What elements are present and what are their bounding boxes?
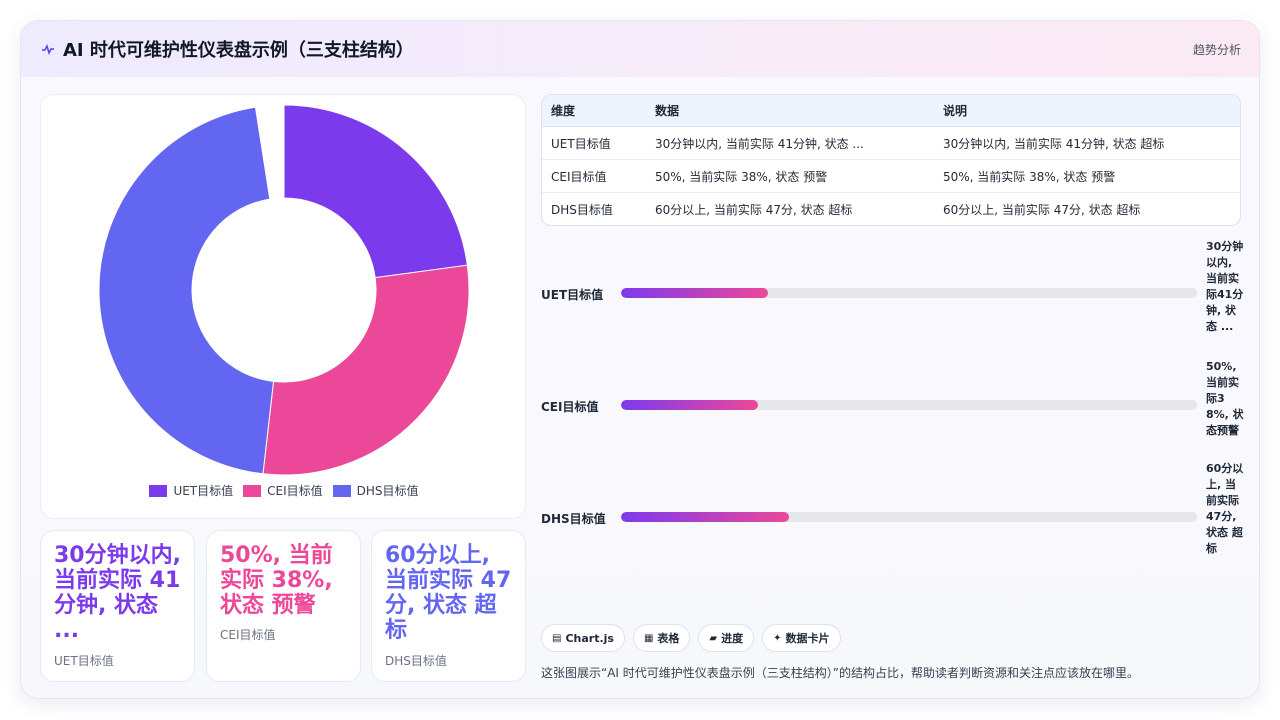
legend-swatch-cei	[243, 484, 262, 497]
progress-track-cei	[621, 400, 1197, 410]
progress-track-dhs	[621, 512, 1197, 522]
legend-label-cei: CEI目标值	[267, 484, 323, 498]
progress-note-cei: 50%, 当前实际38%, 状态预警	[1206, 360, 1244, 437]
doughnut-chart	[98, 104, 470, 476]
chart-icon: ▤	[552, 632, 562, 644]
legend-swatch-dhs	[332, 484, 351, 497]
pulse-icon	[42, 43, 54, 56]
legend-label-uet: UET目标值	[173, 484, 234, 498]
legend-item-uet[interactable]: UET目标值	[149, 482, 233, 499]
stat-label-cei: CEI目标值	[220, 628, 276, 642]
sparkle-icon: ✦	[773, 632, 782, 644]
title-group: AI 时代可维护性仪表盘示例（三支柱结构）	[41, 36, 414, 62]
stat-card-dhs: 60分以上, 当前实际 47分, 状态 超标 DHS目标值	[371, 530, 526, 682]
chart-legend: UET目标值 CEI目标值 DHS目标值	[41, 482, 527, 499]
page-title: AI 时代可维护性仪表盘示例（三支柱结构）	[63, 40, 414, 61]
header-bar: AI 时代可维护性仪表盘示例（三支柱结构） 趋势分析	[21, 21, 1259, 77]
stat-value-uet: 30分钟以内, 当前实际 41分钟, 状态 ...	[54, 543, 181, 643]
progress-row-dhs: DHS目标值 60分以上, 当前实际 47分, 状态 超标	[541, 461, 1253, 581]
progress-row-cei: CEI目标值 50%, 当前实际38%, 状态预警	[541, 359, 1253, 459]
stat-label-dhs: DHS目标值	[385, 654, 447, 668]
table-row: UET目标值 30分钟以内, 当前实际 41分钟, 状态 ... 30分钟以内,…	[542, 127, 1240, 160]
table-cell: UET目标值	[551, 136, 611, 151]
progress-row-uet: UET目标值 30分钟以内, 当前实际41分钟, 状态 ...	[541, 239, 1253, 359]
chip-label: 进度	[721, 632, 744, 645]
table-header-dimension: 维度	[551, 104, 576, 118]
table-cell: 50%, 当前实际 38%, 状态 预警	[943, 169, 1116, 184]
legend-swatch-uet	[149, 484, 168, 497]
table-header-description: 说明	[943, 104, 968, 118]
table-cell: 60分以上, 当前实际 47分, 状态 超标	[943, 203, 1141, 217]
stat-value-dhs: 60分以上, 当前实际 47分, 状态 超标	[385, 543, 512, 643]
stat-card-uet: 30分钟以内, 当前实际 41分钟, 状态 ... UET目标值	[40, 530, 195, 682]
stat-card-cei: 50%, 当前实际 38%, 状态 预警 CEI目标值	[206, 530, 361, 682]
table-cell: 60分以上, 当前实际 47分, 状态 超标	[655, 203, 853, 217]
chip-data-card[interactable]: ✦ 数据卡片	[762, 624, 841, 652]
progress-note-dhs: 60分以上, 当前实际 47分, 状态 超标	[1206, 462, 1244, 555]
legend-item-cei[interactable]: CEI目标值	[243, 482, 323, 499]
progress-track-uet	[621, 288, 1197, 298]
progress-note-uet: 30分钟以内, 当前实际41分钟, 状态 ...	[1206, 240, 1244, 333]
table-cell: 50%, 当前实际 38%, 状态 预警	[655, 169, 828, 184]
progress-icon: ▰	[709, 632, 718, 644]
chip-chartjs[interactable]: ▤ Chart.js	[541, 624, 625, 652]
chip-label: Chart.js	[565, 631, 614, 645]
table-cell: CEI目标值	[551, 169, 607, 184]
legend-item-dhs[interactable]: DHS目标值	[332, 482, 419, 499]
chip-table[interactable]: ▦ 表格	[632, 624, 691, 652]
progress-fill-cei	[621, 400, 758, 410]
legend-label-dhs: DHS目标值	[356, 484, 419, 498]
table-cell: 30分钟以内, 当前实际 41分钟, 状态 ...	[655, 136, 864, 151]
progress-fill-uet	[621, 288, 768, 298]
dashboard-card: AI 时代可维护性仪表盘示例（三支柱结构） 趋势分析 UET目标值 CEI目标值…	[20, 20, 1260, 699]
data-table: 维度 数据 说明 UET目标值 30分钟以内, 当前实际 41分钟, 状态 ..…	[541, 94, 1241, 226]
tech-chips: ▤ Chart.js ▦ 表格 ▰ 进度 ✦ 数据卡片	[541, 624, 841, 652]
chip-label: 数据卡片	[785, 632, 830, 645]
chip-label: 表格	[657, 632, 680, 645]
doughnut-slice-dhs[interactable]	[98, 106, 275, 475]
progress-fill-dhs	[621, 512, 790, 522]
table-row: CEI目标值 50%, 当前实际 38%, 状态 预警 50%, 当前实际 38…	[542, 160, 1240, 193]
table-cell: 30分钟以内, 当前实际 41分钟, 状态 超标	[943, 136, 1165, 151]
doughnut-slice-cei[interactable]	[262, 264, 470, 476]
progress-label-cei: CEI目标值	[541, 400, 599, 414]
progress-label-uet: UET目标值	[541, 288, 604, 302]
table-header-data: 数据	[655, 104, 680, 118]
table-header: 维度 数据 说明	[542, 95, 1240, 127]
chip-progress[interactable]: ▰ 进度	[698, 624, 755, 652]
progress-label-dhs: DHS目标值	[541, 512, 606, 526]
table-row: DHS目标值 60分以上, 当前实际 47分, 状态 超标 60分以上, 当前实…	[542, 193, 1240, 225]
stat-label-uet: UET目标值	[54, 654, 114, 668]
doughnut-chart-card: UET目标值 CEI目标值 DHS目标值	[40, 94, 526, 519]
table-cell: DHS目标值	[551, 203, 613, 217]
chart-description: 这张图展示“AI 时代可维护性仪表盘示例（三支柱结构）”的结构占比，帮助读者判断…	[541, 666, 1140, 680]
table-icon: ▦	[643, 632, 654, 644]
doughnut-slice-uet[interactable]	[283, 104, 468, 279]
trend-analysis-link[interactable]: 趋势分析	[1193, 41, 1241, 58]
